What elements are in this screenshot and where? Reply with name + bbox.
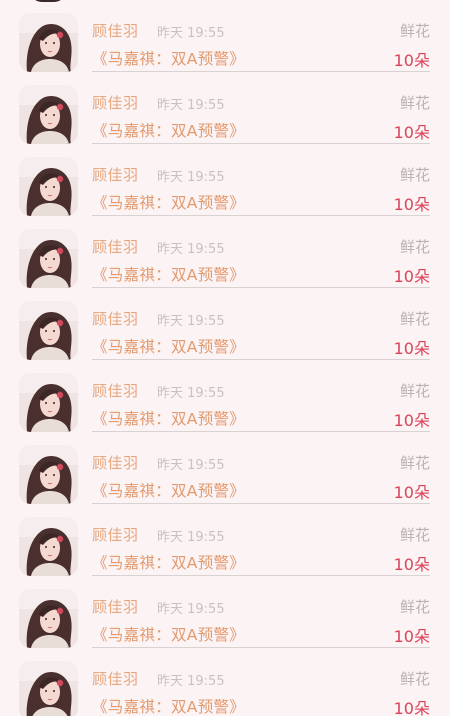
gift-name: 鲜花: [399, 94, 430, 112]
avatar-photo-icon: [19, 589, 78, 648]
sender-name: 顾佳羽: [92, 94, 139, 112]
gift-name: 鲜花: [399, 670, 430, 688]
message-text: 《马嘉祺：双A预警》: [92, 338, 246, 356]
timestamp: 昨天 19:55: [157, 314, 225, 329]
gift-name: 鲜花: [399, 382, 430, 400]
message-text: 《马嘉祺：双A预警》: [92, 50, 246, 68]
avatar-photo-icon: [19, 229, 78, 288]
gift-name: 鲜花: [399, 310, 430, 328]
gift-quantity: 10朵: [393, 339, 430, 358]
list-item[interactable]: 顾佳羽 昨天 19:55 鲜花 《马嘉祺：双A预警》 10朵: [0, 288, 450, 360]
gift-quantity: 10朵: [393, 627, 430, 646]
sender-name: 顾佳羽: [92, 526, 139, 544]
avatar[interactable]: [19, 157, 78, 216]
timestamp: 昨天 19:55: [157, 386, 225, 401]
gift-name: 鲜花: [399, 454, 430, 472]
list-item[interactable]: 顾佳羽 昨天 19:55 鲜花 《马嘉祺：双A预警》 10朵: [0, 360, 450, 432]
avatar-photo-icon: [19, 301, 78, 360]
timestamp: 昨天 19:55: [157, 170, 225, 185]
timestamp: 昨天 19:55: [157, 602, 225, 617]
gift-quantity: 10朵: [393, 699, 430, 716]
message-text: 《马嘉祺：双A预警》: [92, 482, 246, 500]
list-item[interactable]: 顾佳羽 昨天 19:55 鲜花 《马嘉祺：双A预警》 10朵: [0, 0, 450, 72]
avatar[interactable]: [19, 301, 78, 360]
message-text: 《马嘉祺：双A预警》: [92, 194, 246, 212]
gift-name: 鲜花: [399, 526, 430, 544]
avatar[interactable]: [19, 661, 78, 716]
timestamp: 昨天 19:55: [157, 674, 225, 689]
sender-name: 顾佳羽: [92, 310, 139, 328]
timestamp: 昨天 19:55: [157, 242, 225, 257]
avatar-photo-icon: [19, 661, 78, 716]
sender-name: 顾佳羽: [92, 454, 139, 472]
avatar[interactable]: [19, 589, 78, 648]
gift-quantity: 10朵: [393, 411, 430, 430]
avatar-photo-icon: [19, 157, 78, 216]
avatar[interactable]: [19, 13, 78, 72]
sender-name: 顾佳羽: [92, 238, 139, 256]
avatar-photo-icon: [19, 517, 78, 576]
gift-quantity: 10朵: [393, 483, 430, 502]
sender-name: 顾佳羽: [92, 166, 139, 184]
avatar[interactable]: [19, 229, 78, 288]
avatar[interactable]: [19, 445, 78, 504]
avatar-photo-icon: [19, 13, 78, 72]
gift-quantity: 10朵: [393, 195, 430, 214]
sender-name: 顾佳羽: [92, 598, 139, 616]
list-item[interactable]: 顾佳羽 昨天 19:55 鲜花 《马嘉祺：双A预警》 10朵: [0, 144, 450, 216]
avatar[interactable]: [19, 85, 78, 144]
gift-quantity: 10朵: [393, 51, 430, 70]
timestamp: 昨天 19:55: [157, 458, 225, 473]
avatar-photo-icon: [19, 373, 78, 432]
gift-name: 鲜花: [399, 238, 430, 256]
avatar[interactable]: [19, 517, 78, 576]
message-text: 《马嘉祺：双A预警》: [92, 698, 246, 716]
gift-name: 鲜花: [399, 598, 430, 616]
message-text: 《马嘉祺：双A预警》: [92, 626, 246, 644]
gift-quantity: 10朵: [393, 555, 430, 574]
gift-quantity: 10朵: [393, 267, 430, 286]
list-item[interactable]: 顾佳羽 昨天 19:55 鲜花 《马嘉祺：双A预警》 10朵: [0, 648, 450, 716]
avatar-photo-icon: [19, 445, 78, 504]
sender-name: 顾佳羽: [92, 670, 139, 688]
message-text: 《马嘉祺：双A预警》: [92, 410, 246, 428]
message-text: 《马嘉祺：双A预警》: [92, 122, 246, 140]
gift-record-list: 顾佳羽 昨天 19:55 鲜花 《马嘉祺：双A预警》 10朵 顾佳羽 昨天 19…: [0, 0, 450, 716]
list-item[interactable]: 顾佳羽 昨天 19:55 鲜花 《马嘉祺：双A预警》 10朵: [0, 576, 450, 648]
avatar-photo-icon: [19, 85, 78, 144]
gift-quantity: 10朵: [393, 123, 430, 142]
message-text: 《马嘉祺：双A预警》: [92, 554, 246, 572]
timestamp: 昨天 19:55: [157, 530, 225, 545]
list-item[interactable]: 顾佳羽 昨天 19:55 鲜花 《马嘉祺：双A预警》 10朵: [0, 216, 450, 288]
avatar[interactable]: [19, 373, 78, 432]
timestamp: 昨天 19:55: [157, 26, 225, 41]
list-item[interactable]: 顾佳羽 昨天 19:55 鲜花 《马嘉祺：双A预警》 10朵: [0, 72, 450, 144]
sender-name: 顾佳羽: [92, 382, 139, 400]
list-item[interactable]: 顾佳羽 昨天 19:55 鲜花 《马嘉祺：双A预警》 10朵: [0, 432, 450, 504]
timestamp: 昨天 19:55: [157, 98, 225, 113]
message-text: 《马嘉祺：双A预警》: [92, 266, 246, 284]
list-item[interactable]: 顾佳羽 昨天 19:55 鲜花 《马嘉祺：双A预警》 10朵: [0, 504, 450, 576]
sender-name: 顾佳羽: [92, 22, 139, 40]
gift-name: 鲜花: [399, 22, 430, 40]
gift-name: 鲜花: [399, 166, 430, 184]
